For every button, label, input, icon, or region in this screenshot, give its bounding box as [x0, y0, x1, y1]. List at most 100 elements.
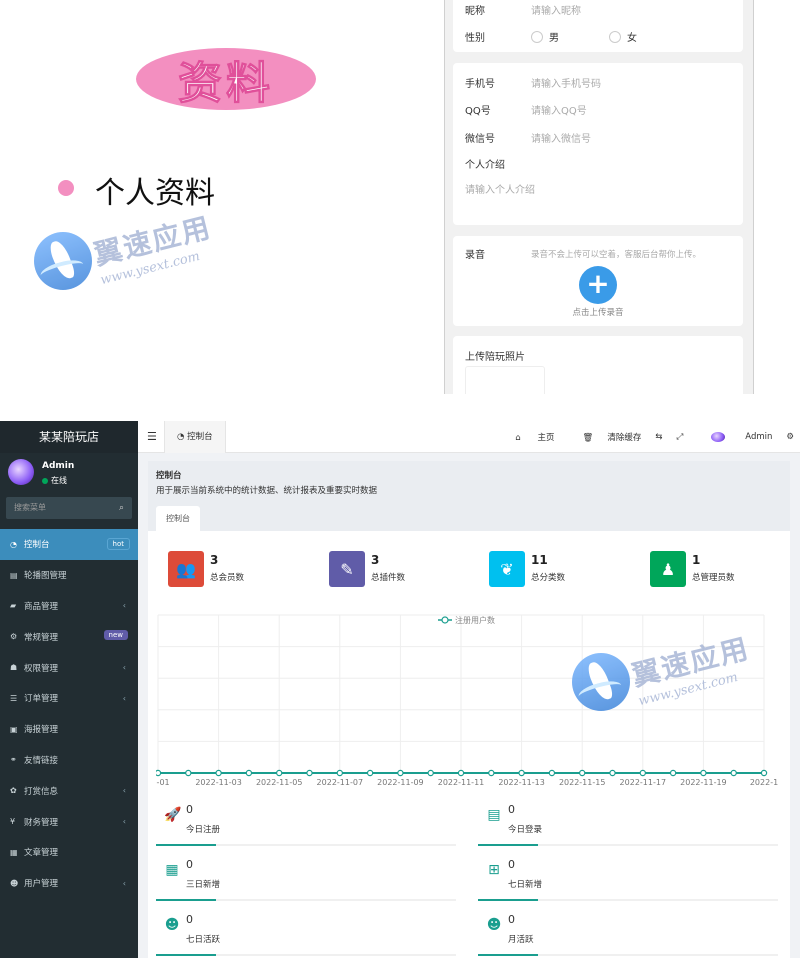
- kpi-progress-fill: [156, 899, 216, 901]
- data-point: [215, 769, 222, 777]
- gender-female-radio[interactable]: [609, 30, 621, 43]
- stat-card-3: ♟ 1 总管理员数: [650, 551, 735, 591]
- stat-card-2: ❦ 11 总分类数: [489, 551, 565, 591]
- settings-cogs-icon[interactable]: ⚙: [786, 432, 794, 442]
- sidebar-item-2[interactable]: ▰ 商品管理 ‹: [0, 591, 138, 622]
- menu-toggle-icon[interactable]: ☰: [147, 430, 157, 443]
- sidebar-item-label: 订单管理: [24, 694, 59, 705]
- gender-male-radio[interactable]: [531, 30, 543, 43]
- data-point: [488, 769, 495, 777]
- sidebar-item-1[interactable]: ▤ 轮播图管理: [0, 560, 138, 591]
- sidebar-item-3[interactable]: ⚙ 常规管理 new: [0, 621, 138, 652]
- link-icon: ⚭: [10, 755, 17, 765]
- sidebar-item-10[interactable]: ▦ 文章管理: [0, 837, 138, 868]
- sidebar-user-status-text: 在线: [51, 476, 67, 485]
- badge-new: new: [103, 630, 128, 641]
- content-header: 控制台 用于展示当前系统中的统计数据、统计报表及重要实时数据 控制台: [148, 461, 790, 531]
- kpi-label: 七日活跃: [186, 935, 221, 945]
- sidebar-item-6[interactable]: ▣ 海报管理: [0, 714, 138, 745]
- sidebar-item-label: 权限管理: [24, 663, 59, 674]
- top-navbar: ☰ ◔ 控制台 ⌂ 主页 🗑 清除缓存 ⇆ ⤢ Admin ⚙: [138, 421, 800, 453]
- magic-wand-icon: ✎: [329, 551, 365, 587]
- qq-label: QQ号: [465, 106, 491, 117]
- upload-recording-plus-icon[interactable]: +: [579, 266, 617, 304]
- content-tab-dashboard[interactable]: 控制台: [156, 506, 200, 531]
- image-icon: ▤: [10, 570, 18, 580]
- data-point: [245, 769, 253, 777]
- photo-upload-slot[interactable]: [465, 366, 545, 394]
- watermark-logo-icon: [572, 653, 630, 711]
- x-tick-label: 2022-11-07: [317, 778, 364, 787]
- navbar-user-name: Admin: [745, 432, 773, 443]
- kpi-progress-fill: [478, 954, 538, 956]
- stat-label: 总会员数: [210, 573, 245, 583]
- navbar-right: ⌂ 主页 🗑 清除缓存 ⇆ ⤢ Admin ⚙: [487, 421, 794, 453]
- sidebar-item-label: 打赏信息: [24, 786, 59, 797]
- search-icon[interactable]: ⌕: [119, 497, 124, 519]
- data-point: [609, 769, 616, 777]
- promo-title-oval: 资料: [136, 48, 316, 110]
- kpi-card-2: ▦ 0 三日新增: [156, 858, 456, 904]
- wechat-input[interactable]: 请输入微信号: [531, 130, 591, 145]
- data-point: [336, 769, 343, 777]
- online-dot-icon: [42, 477, 48, 484]
- upload-recording-button[interactable]: 点击上传录音: [453, 306, 743, 318]
- sidebar-item-9[interactable]: ¥ 财务管理 ‹: [0, 806, 138, 837]
- legend-label: 注册用户数: [455, 615, 495, 625]
- sidebar-item-11[interactable]: ☻ 用户管理 ‹: [0, 868, 138, 899]
- stat-label: 总分类数: [531, 573, 566, 583]
- data-point: [669, 769, 677, 777]
- tab-dashboard-label: 控制台: [187, 432, 213, 442]
- data-point: [579, 769, 586, 777]
- kpi-label: 今日登录: [508, 825, 543, 835]
- bullet-icon: [58, 180, 74, 196]
- intro-textarea[interactable]: 请输入个人介绍: [465, 181, 535, 196]
- sidebar: 某某陪玩店 Admin 在线 搜索菜单 ⌕ ◔ 控制台 hot ▤ 轮播图管理 ▰ 商品管理…: [0, 421, 138, 958]
- page-title: 控制台: [156, 471, 182, 481]
- data-point: [185, 769, 192, 777]
- sidebar-item-label: 友情链接: [24, 755, 59, 766]
- sidebar-item-0[interactable]: ◔ 控制台 hot: [0, 529, 138, 560]
- data-point: [700, 769, 707, 777]
- kpi-value: 0: [186, 803, 193, 816]
- kpi-value: 0: [186, 913, 193, 926]
- data-point: [366, 769, 374, 777]
- clear-cache-button[interactable]: 🗑 清除缓存: [569, 431, 642, 443]
- site-title[interactable]: 某某陪玩店: [0, 421, 138, 453]
- dashboard-icon: ◔: [177, 432, 185, 442]
- home-link[interactable]: ⌂ 主页: [501, 431, 554, 443]
- yen-icon: ¥: [10, 817, 16, 827]
- sidebar-item-8[interactable]: ✿ 打赏信息 ‹: [0, 775, 138, 806]
- user-circle-icon: ☻: [10, 878, 19, 888]
- user-circle-icon: ☻: [486, 917, 502, 933]
- sidebar-user-status: 在线: [42, 475, 67, 486]
- phone-label: 手机号: [465, 79, 495, 90]
- tab-dashboard[interactable]: ◔ 控制台: [164, 421, 226, 453]
- nickname-input[interactable]: 请输入昵称: [531, 2, 581, 17]
- user-menu[interactable]: Admin: [697, 431, 773, 443]
- mobile-form-preview: 昵称 请输入昵称 性别 男 女 手机号 请输入手机号码 QQ号 请输入QQ号 微…: [444, 0, 754, 394]
- sidebar-item-5[interactable]: ☰ 订单管理 ‹: [0, 683, 138, 714]
- kpi-value: 0: [186, 858, 193, 871]
- translate-icon[interactable]: ⇆: [655, 432, 662, 442]
- phone-input[interactable]: 请输入手机号码: [531, 75, 601, 90]
- x-tick-label: 2022-11-09: [377, 778, 424, 787]
- picture-icon: ▣: [10, 724, 18, 734]
- recording-hint: 录音不会上传可以空着，客服后台帮你上传。: [531, 249, 702, 260]
- sidebar-item-7[interactable]: ⚭ 友情链接: [0, 745, 138, 776]
- gender-label: 性别: [465, 33, 485, 44]
- trash-icon: 🗑: [582, 433, 594, 443]
- chevron-left-icon: ‹: [122, 786, 126, 796]
- fullscreen-icon[interactable]: ⤢: [676, 432, 683, 442]
- gender-female-label: 女: [627, 33, 637, 44]
- kpi-label: 七日新增: [508, 880, 543, 890]
- kpi-progress-fill: [156, 844, 216, 846]
- sidebar-item-4[interactable]: ☗ 权限管理 ‹: [0, 652, 138, 683]
- kpi-label: 三日新增: [186, 880, 221, 890]
- promo-section: 资料 个人资料 翼速应用 www.ysext.com 昵称 请输入昵称 性别 男: [0, 0, 800, 410]
- sidebar-search-input[interactable]: 搜索菜单 ⌕: [6, 497, 132, 519]
- qq-input[interactable]: 请输入QQ号: [531, 102, 587, 117]
- legend-marker: [441, 616, 449, 624]
- sidebar-item-label: 财务管理: [24, 817, 59, 828]
- dashboard-panel: 👥 3 总会员数 ✎ 3 总插件数 ❦ 11 总分类数 ♟ 1 总管理员数 11-01 2022-11-…: [148, 531, 790, 958]
